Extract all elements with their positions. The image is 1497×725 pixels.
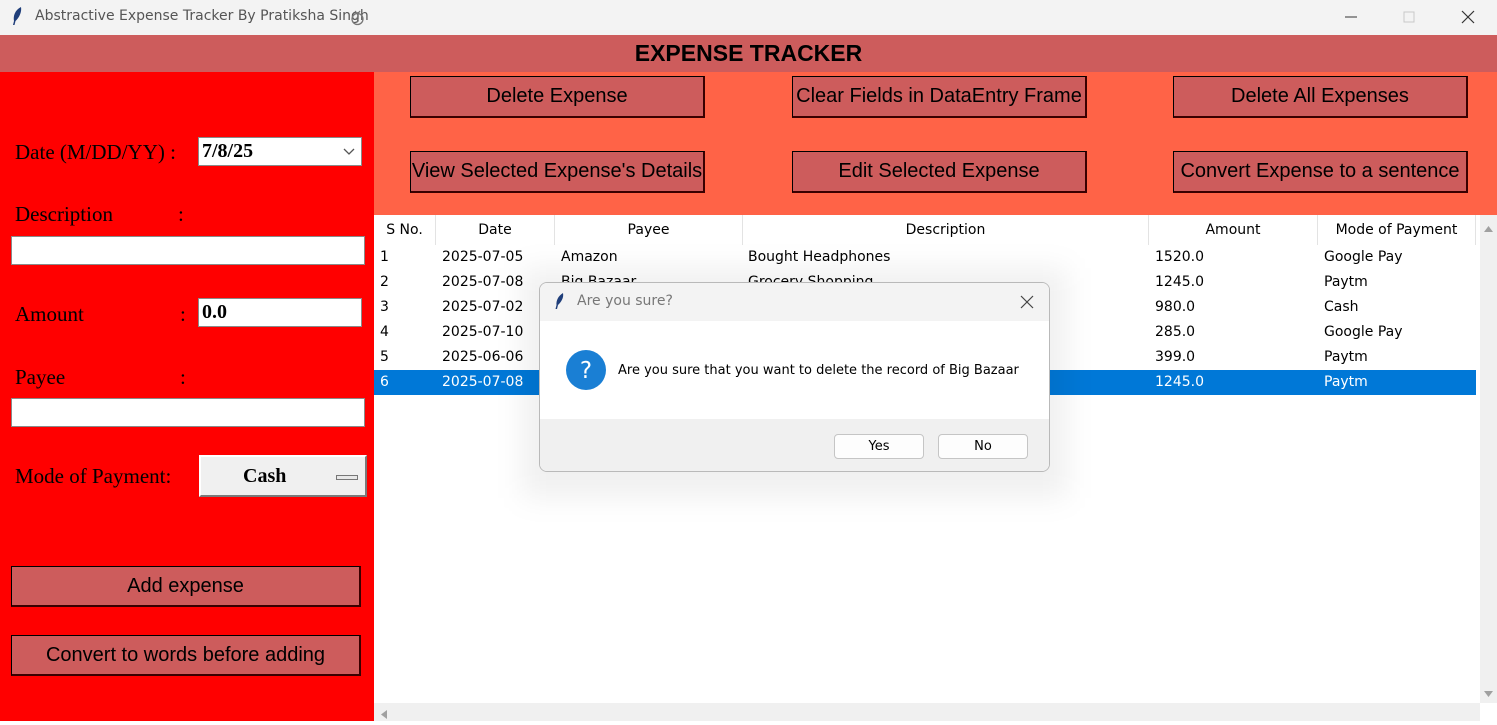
minimize-icon[interactable]	[1336, 4, 1366, 30]
no-button[interactable]: No	[938, 434, 1028, 459]
maximize-icon[interactable]	[1394, 4, 1424, 30]
mode-of-payment-value: Cash	[243, 465, 287, 487]
column-header-payee[interactable]: Payee	[555, 215, 743, 245]
yes-button[interactable]: Yes	[834, 434, 924, 459]
description-input[interactable]	[11, 236, 365, 265]
cell-amount: 1520.0	[1155, 249, 1204, 265]
column-header-mode[interactable]: Mode of Payment	[1318, 215, 1476, 245]
dialog-title: Are you sure?	[577, 293, 673, 309]
cell-date: 2025-07-02	[442, 299, 524, 315]
cell-mode: Google Pay	[1324, 249, 1403, 265]
page-title: EXPENSE TRACKER	[634, 40, 863, 66]
mode-of-payment-select[interactable]: Cash	[199, 455, 367, 497]
chevron-down-icon[interactable]	[343, 138, 355, 171]
cell-sno: 5	[380, 349, 389, 365]
cell-amount: 399.0	[1155, 349, 1196, 365]
cell-date: 2025-07-10	[442, 324, 524, 340]
cell-mode: Paytm	[1324, 274, 1368, 290]
svg-text:$: $	[355, 16, 359, 24]
delete-all-expenses-button[interactable]: Delete All Expenses	[1173, 76, 1468, 118]
question-icon: ?	[566, 350, 606, 395]
column-header-description[interactable]: Description	[743, 215, 1149, 245]
column-header-date[interactable]: Date	[436, 215, 555, 245]
dialog-message: Are you sure that you want to delete the…	[618, 363, 1019, 378]
cell-date: 2025-07-05	[442, 249, 524, 265]
feather-icon	[10, 6, 24, 31]
option-menu-indicator-icon	[336, 475, 358, 480]
clear-fields-button[interactable]: Clear Fields in DataEntry Frame	[792, 76, 1087, 118]
amount-colon: :	[180, 302, 186, 326]
payee-label: Payee	[15, 365, 66, 389]
description-colon: :	[178, 202, 184, 226]
cell-amount: 980.0	[1155, 299, 1196, 315]
cell-sno: 2	[380, 274, 389, 290]
cell-sno: 1	[380, 249, 389, 265]
column-header-amount[interactable]: Amount	[1149, 215, 1318, 245]
dialog-titlebar: Are you sure?	[540, 283, 1049, 321]
feather-icon	[553, 292, 565, 315]
dialog-close-icon[interactable]	[1019, 294, 1035, 315]
cell-sno: 6	[380, 374, 389, 390]
amount-label: Amount	[15, 302, 84, 326]
convert-sentence-button[interactable]: Convert Expense to a sentence	[1173, 151, 1468, 193]
scroll-left-arrow-icon[interactable]	[379, 707, 388, 725]
cell-amount: 1245.0	[1155, 374, 1204, 390]
cell-date: 2025-07-08	[442, 374, 524, 390]
payee-input[interactable]	[11, 398, 365, 427]
payee-colon: :	[180, 365, 186, 389]
date-value: 7/8/25	[202, 140, 254, 162]
window-titlebar: Abstractive Expense Tracker By Pratiksha…	[0, 0, 1497, 35]
convert-to-words-button[interactable]: Convert to words before adding	[11, 635, 361, 676]
tkinter-icon: $	[350, 8, 365, 31]
cell-amount: 285.0	[1155, 324, 1196, 340]
cell-sno: 3	[380, 299, 389, 315]
table-row[interactable]: 1 2025-07-05 Amazon Bought Headphones 15…	[374, 245, 1476, 270]
close-icon[interactable]	[1453, 4, 1483, 30]
cell-description: Bought Headphones	[748, 249, 891, 265]
add-expense-button[interactable]: Add expense	[11, 566, 361, 607]
edit-expense-button[interactable]: Edit Selected Expense	[792, 151, 1087, 193]
amount-input[interactable]: 0.0	[198, 298, 362, 327]
cell-mode: Google Pay	[1324, 324, 1403, 340]
date-label: Date (M/DD/YY) :	[15, 140, 176, 164]
data-entry-panel: Date (M/DD/YY) : 7/8/25 Description : Am…	[0, 72, 374, 721]
button-frame: Delete Expense Clear Fields in DataEntry…	[374, 72, 1497, 215]
delete-expense-button[interactable]: Delete Expense	[410, 76, 705, 118]
cell-sno: 4	[380, 324, 389, 340]
app-header: EXPENSE TRACKER	[0, 35, 1497, 72]
window-title: Abstractive Expense Tracker By Pratiksha…	[35, 8, 369, 24]
cell-date: 2025-06-06	[442, 349, 524, 365]
scroll-down-arrow-icon[interactable]	[1483, 686, 1494, 704]
cell-date: 2025-07-08	[442, 274, 524, 290]
cell-mode: Cash	[1324, 299, 1359, 315]
vertical-scrollbar[interactable]	[1480, 215, 1497, 703]
description-label: Description	[15, 202, 113, 226]
scroll-up-arrow-icon[interactable]	[1483, 220, 1494, 238]
view-details-button[interactable]: View Selected Expense's Details	[410, 151, 705, 193]
dialog-footer: Yes No	[540, 419, 1049, 471]
mode-of-payment-label: Mode of Payment:	[15, 464, 172, 488]
cell-payee: Amazon	[561, 249, 618, 265]
column-header-sno[interactable]: S No.	[374, 215, 436, 245]
horizontal-scrollbar[interactable]	[374, 703, 1480, 721]
cell-amount: 1245.0	[1155, 274, 1204, 290]
svg-text:?: ?	[580, 358, 592, 384]
confirm-dialog: Are you sure? ? Are you sure that you wa…	[539, 282, 1050, 472]
cell-mode: Paytm	[1324, 374, 1368, 390]
cell-mode: Paytm	[1324, 349, 1368, 365]
date-picker[interactable]: 7/8/25	[198, 137, 362, 166]
